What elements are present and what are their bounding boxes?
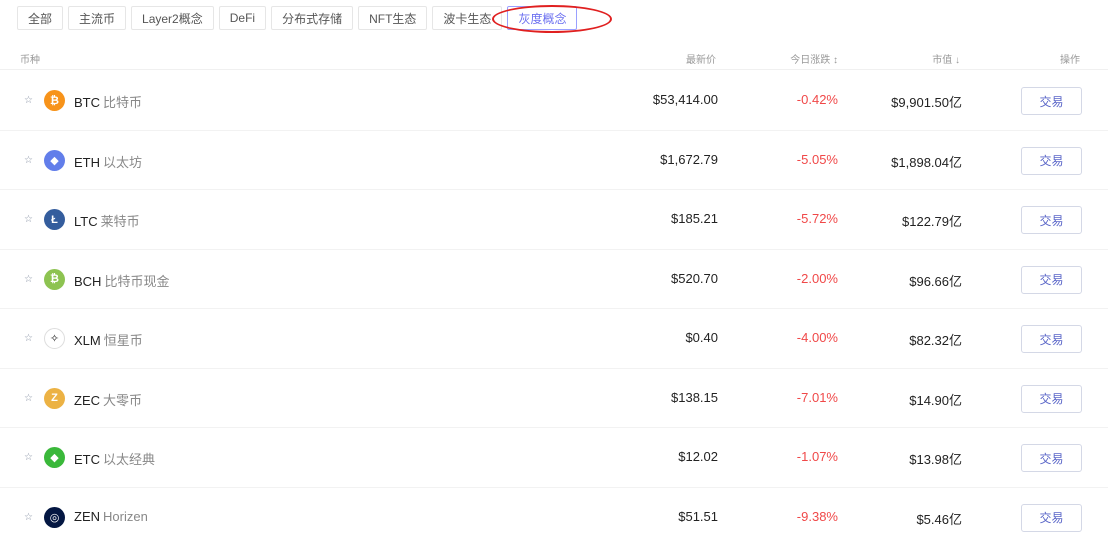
coin-cn-name: 以太经典 [103, 452, 156, 467]
coin-table: ☆ ₿ BTC 比特币 $53,414.00 -0.42% $9,901.50亿 … [0, 71, 1108, 538]
coin-market-cap: $9,901.50亿 [891, 95, 962, 110]
table-row[interactable]: ☆ Ł LTC 莱特币 $185.21 -5.72% $122.79亿 交易 [0, 190, 1108, 250]
coin-name: LTC 莱特币 [74, 211, 140, 230]
table-row[interactable]: ☆ ◆ ETC 以太经典 $12.02 -1.07% $13.98亿 交易 [0, 428, 1108, 488]
coin-cn-name: 比特币 [103, 95, 143, 110]
table-row[interactable]: ☆ Z ZEC 大零币 $138.15 -7.01% $14.90亿 交易 [0, 369, 1108, 428]
tab-mainstream[interactable]: 主流币 [68, 6, 127, 30]
favorite-star-icon[interactable]: ☆ [24, 155, 33, 166]
header-op: 操作 [1060, 55, 1080, 66]
coin-name: ETH 以太坊 [74, 152, 142, 171]
tab-grayscale[interactable]: 灰度概念 [507, 6, 578, 30]
trade-button[interactable]: 交易 [1021, 503, 1082, 532]
coin-symbol: ETC [74, 452, 100, 467]
coin-market-cap: $82.32亿 [909, 333, 962, 348]
coin-name: ETC 以太经典 [74, 449, 155, 468]
coin-price: $53,414.00 [652, 92, 718, 107]
table-row[interactable]: ☆ ✧ XLM 恒星币 $0.40 -4.00% $82.32亿 交易 [0, 309, 1108, 369]
coin-name: BTC 比特币 [74, 92, 142, 111]
coin-cn-name: 莱特币 [100, 214, 140, 229]
trade-button[interactable]: 交易 [1021, 87, 1082, 115]
coin-cn-name: 以太坊 [103, 154, 143, 170]
tab-storage[interactable]: 分布式存储 [271, 6, 354, 30]
coin-cn-name: 比特币现金 [104, 273, 170, 289]
tab-all[interactable]: 全部 [17, 6, 64, 30]
trade-button[interactable]: 交易 [1021, 265, 1082, 294]
favorite-star-icon[interactable]: ☆ [24, 452, 33, 463]
coin-symbol: ETH [74, 154, 100, 170]
coin-market-cap: $14.90亿 [909, 392, 962, 408]
coin-cn-name: 大零币 [103, 392, 143, 408]
favorite-star-icon[interactable]: ☆ [24, 274, 33, 285]
coin-price: $0.40 [685, 330, 718, 345]
coin-market-cap: $122.79亿 [902, 214, 962, 229]
tab-defi[interactable]: DeFi [218, 6, 267, 30]
bitcoin-cash-icon: ₿ [44, 268, 65, 290]
trade-button[interactable]: 交易 [1021, 146, 1082, 175]
bitcoin-icon: ₿ [44, 90, 65, 111]
trade-button[interactable]: 交易 [1021, 325, 1082, 353]
coin-price: $51.51 [678, 508, 718, 524]
favorite-star-icon[interactable]: ☆ [24, 393, 33, 404]
stellar-icon: ✧ [44, 328, 65, 349]
table-row[interactable]: ☆ ₿ BCH 比特币现金 $520.70 -2.00% $96.66亿 交易 [0, 250, 1108, 309]
trade-button[interactable]: 交易 [1021, 206, 1082, 234]
ethereum-icon: ◆ [44, 149, 65, 171]
coin-symbol: ZEC [74, 392, 100, 408]
coin-name: XLM 恒星币 [74, 330, 143, 349]
header-cap[interactable]: 市值 ↓ [932, 51, 960, 66]
table-header: 币种 最新价 今日涨跌 ↕ 市值 ↓ 操作 [0, 44, 1108, 70]
horizen-icon: ◎ [44, 506, 65, 528]
category-tabs: 全部 主流币 Layer2概念 DeFi 分布式存储 NFT生态 波卡生态 灰度… [17, 6, 578, 30]
trade-button[interactable]: 交易 [1021, 384, 1082, 413]
favorite-star-icon[interactable]: ☆ [24, 512, 33, 523]
tab-nft[interactable]: NFT生态 [358, 6, 428, 30]
coin-market-cap: $13.98亿 [909, 452, 962, 467]
favorite-star-icon[interactable]: ☆ [24, 95, 33, 106]
coin-change: -4.00% [796, 330, 838, 345]
litecoin-icon: Ł [44, 209, 65, 230]
coin-symbol: ZEN [74, 508, 100, 524]
coin-change: -5.05% [796, 151, 838, 167]
coin-change: -0.42% [796, 92, 838, 107]
coin-symbol: BCH [74, 273, 102, 289]
header-name: 币种 [20, 55, 40, 66]
tab-polkadot[interactable]: 波卡生态 [432, 6, 503, 30]
zcash-icon: Z [44, 387, 65, 409]
tab-layer2[interactable]: Layer2概念 [131, 6, 214, 30]
header-price[interactable]: 最新价 [686, 51, 716, 66]
coin-cn-name: 恒星币 [103, 333, 143, 348]
coin-symbol: LTC [74, 214, 98, 229]
coin-name: ZEN Horizen [74, 509, 148, 524]
coin-price: $520.70 [671, 270, 718, 286]
table-row[interactable]: ☆ ◆ ETH 以太坊 $1,672.79 -5.05% $1,898.04亿 交… [0, 131, 1108, 190]
coin-change: -7.01% [796, 389, 838, 405]
coin-symbol: XLM [74, 333, 101, 348]
coin-name: ZEC 大零币 [74, 390, 142, 409]
coin-market-cap: $1,898.04亿 [891, 154, 962, 170]
coin-price: $138.15 [671, 389, 718, 405]
coin-change: -9.38% [796, 508, 838, 524]
coin-price: $185.21 [671, 211, 718, 226]
table-row[interactable]: ☆ ₿ BTC 比特币 $53,414.00 -0.42% $9,901.50亿 … [0, 71, 1108, 131]
coin-change: -2.00% [796, 270, 838, 286]
coin-change: -1.07% [796, 449, 838, 464]
coin-market-cap: $5.46亿 [916, 511, 962, 527]
coin-price: $12.02 [678, 449, 718, 464]
table-row[interactable]: ☆ ◎ ZEN Horizen $51.51 -9.38% $5.46亿 交易 [0, 488, 1108, 538]
favorite-star-icon[interactable]: ☆ [24, 214, 33, 225]
ethereum-classic-icon: ◆ [44, 447, 65, 468]
coin-symbol: BTC [74, 95, 100, 110]
coin-market-cap: $96.66亿 [909, 273, 962, 289]
coin-cn-name: Horizen [103, 508, 148, 524]
favorite-star-icon[interactable]: ☆ [24, 333, 33, 344]
coin-price: $1,672.79 [660, 151, 718, 167]
coin-name: BCH 比特币现金 [74, 271, 169, 290]
trade-button[interactable]: 交易 [1021, 444, 1082, 472]
header-change[interactable]: 今日涨跌 ↕ [790, 51, 838, 66]
coin-change: -5.72% [796, 211, 838, 226]
